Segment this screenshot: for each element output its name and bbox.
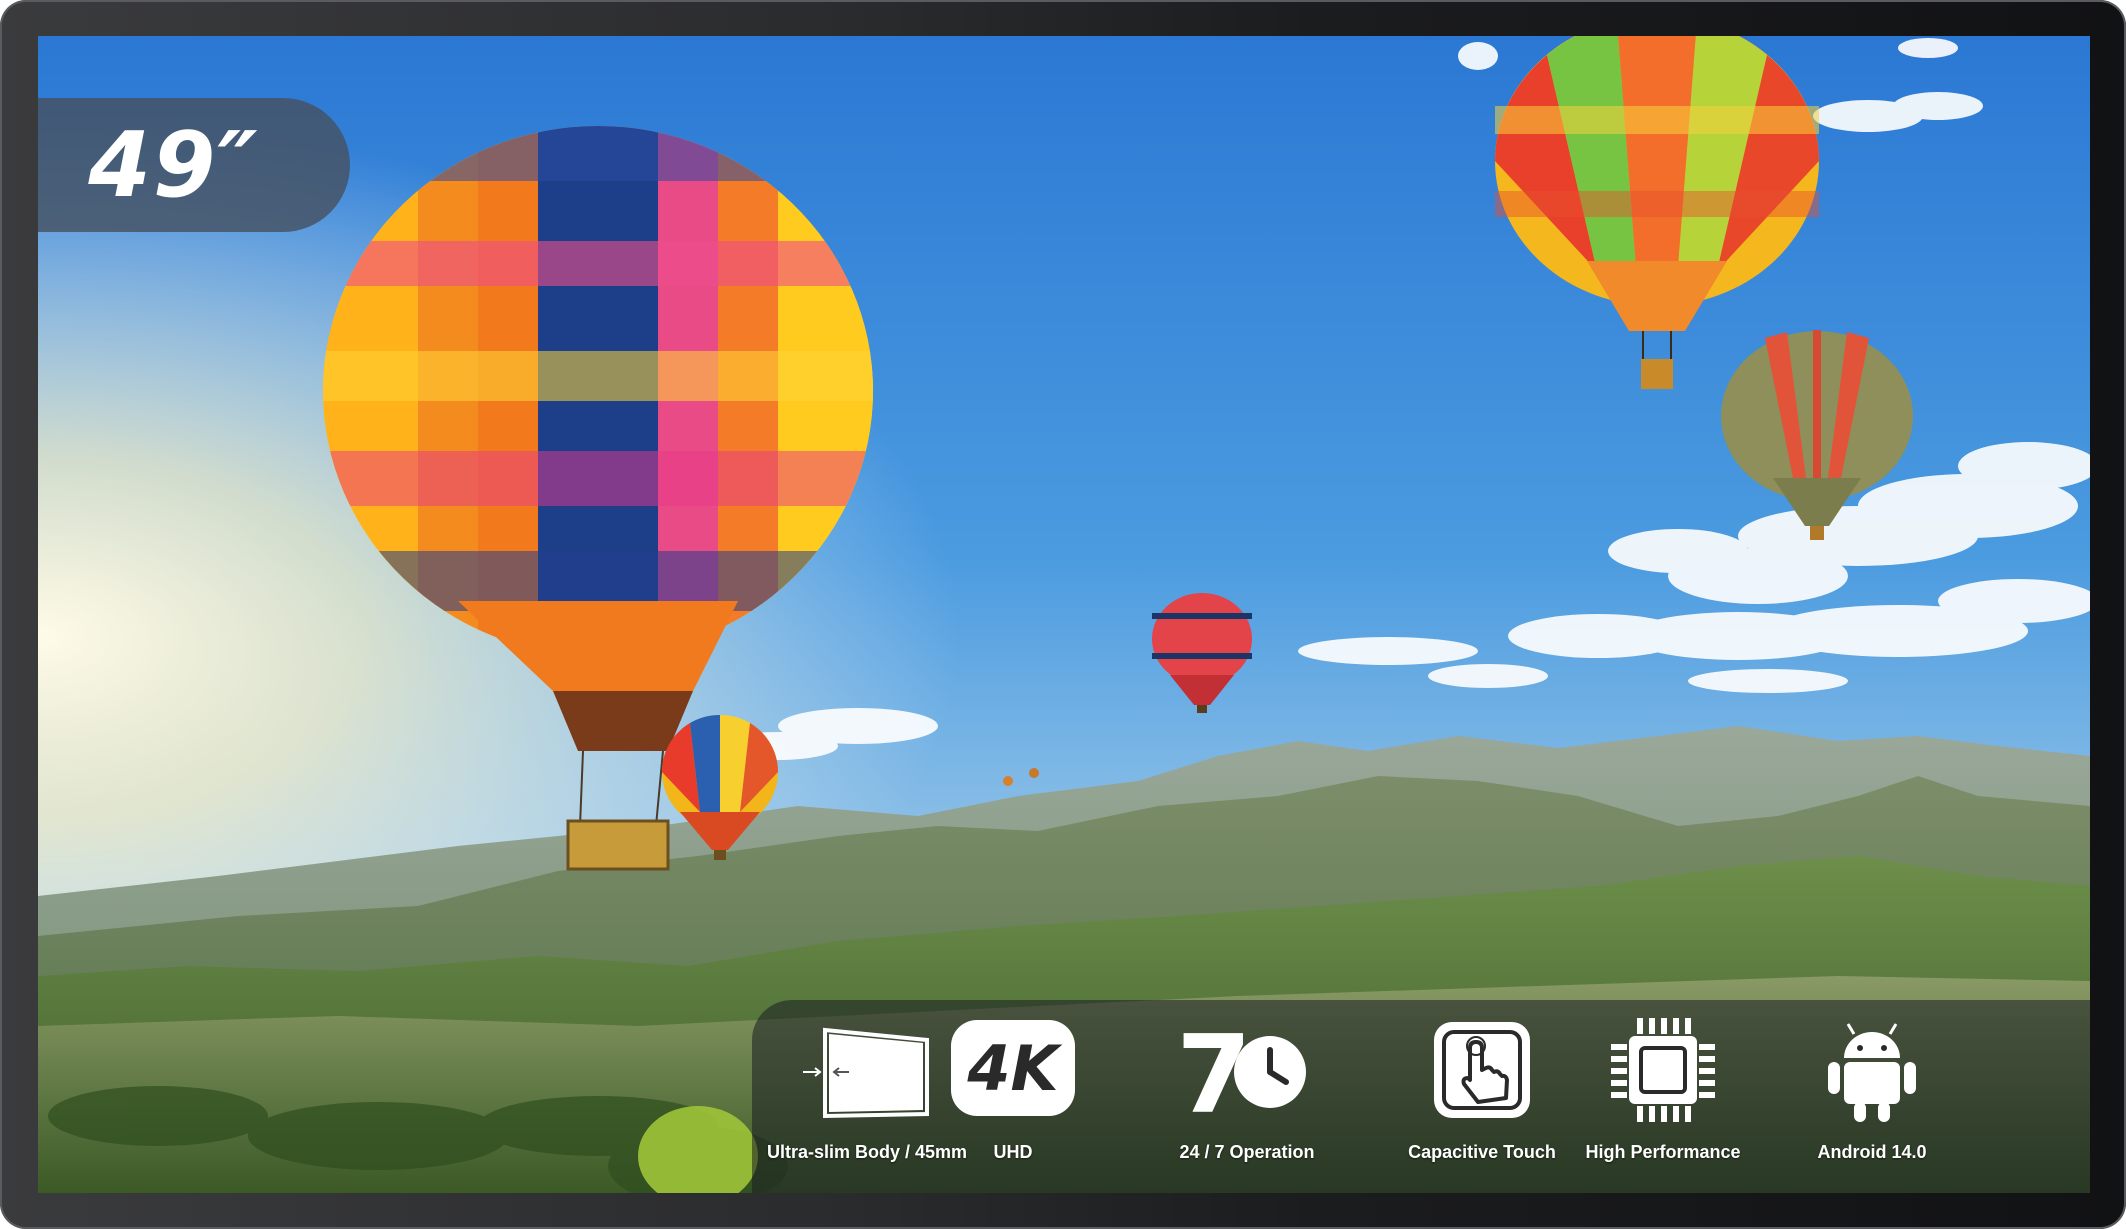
screen-size-label: 49″: [88, 112, 260, 218]
feature-label-capacitive-touch: Capacitive Touch: [1408, 1142, 1556, 1162]
feature-label-24-7: 24 / 7 Operation: [1179, 1142, 1315, 1162]
feature-uhd: 4K UHD: [948, 1000, 1078, 1193]
feature-label-uhd: UHD: [993, 1142, 1033, 1162]
android-icon: [1828, 1023, 1916, 1122]
feature-capacitive-touch: Capacitive Touch: [1392, 1000, 1572, 1193]
feature-bar: Ultra-slim Body / 45mm 4K UHD 7 24 / 7 O…: [752, 1000, 2090, 1193]
ultra-slim-icon: [803, 1027, 929, 1119]
processor-chip-icon: [1611, 1018, 1715, 1122]
feature-high-performance: High Performance: [1568, 1000, 1758, 1193]
svg-text:4K: 4K: [966, 1032, 1062, 1105]
4k-icon: 4K: [951, 1020, 1075, 1116]
touch-hand-icon: [1434, 1022, 1530, 1118]
feature-label-high-performance: High Performance: [1585, 1142, 1741, 1162]
feature-android: Android 14.0: [1792, 1000, 1952, 1193]
feature-24-7: 7 24 / 7 Operation: [1162, 1000, 1332, 1193]
screen-size-badge: 49″: [38, 98, 350, 232]
display-bezel: 49″ Ultra-slim Body / 45mm 4K UHD 7 24 /…: [0, 0, 2126, 1229]
clock-24-7-icon: 7: [1176, 1013, 1306, 1138]
display-screen: 49″ Ultra-slim Body / 45mm 4K UHD 7 24 /…: [38, 36, 2090, 1193]
feature-label-android: Android 14.0: [1817, 1142, 1927, 1162]
